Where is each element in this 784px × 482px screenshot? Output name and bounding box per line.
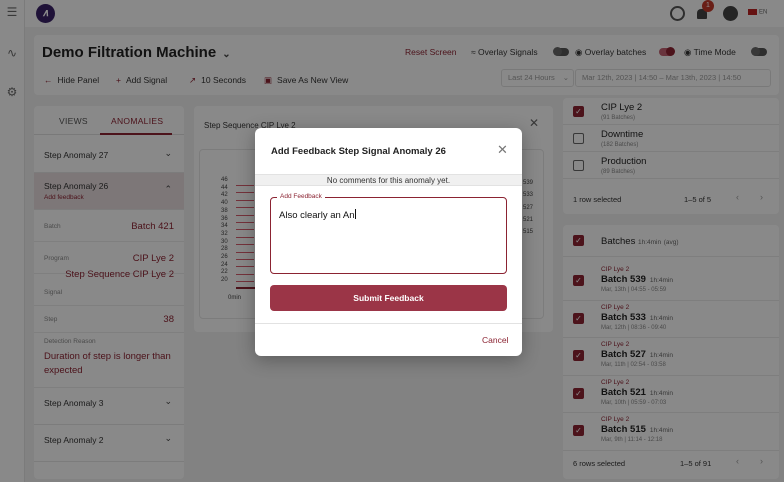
feedback-field-value-wrap: Also clearly an An <box>279 209 356 221</box>
add-feedback-dialog: Add Feedback Step Signal Anomaly 26 ✕ No… <box>255 128 522 356</box>
feedback-field-label: Add Feedback <box>277 193 325 200</box>
dialog-title: Add Feedback Step Signal Anomaly 26 <box>271 146 446 157</box>
dialog-divider <box>255 323 522 324</box>
submit-feedback-button[interactable]: Submit Feedback <box>270 285 507 311</box>
feedback-textarea[interactable]: Add Feedback Also clearly an An <box>270 193 507 274</box>
text-caret <box>354 209 356 219</box>
cancel-button[interactable]: Cancel <box>482 335 508 345</box>
no-comments-note: No comments for this anomaly yet. <box>255 174 522 186</box>
close-icon[interactable]: ✕ <box>497 142 508 158</box>
feedback-field-value: Also clearly an An <box>279 210 355 221</box>
